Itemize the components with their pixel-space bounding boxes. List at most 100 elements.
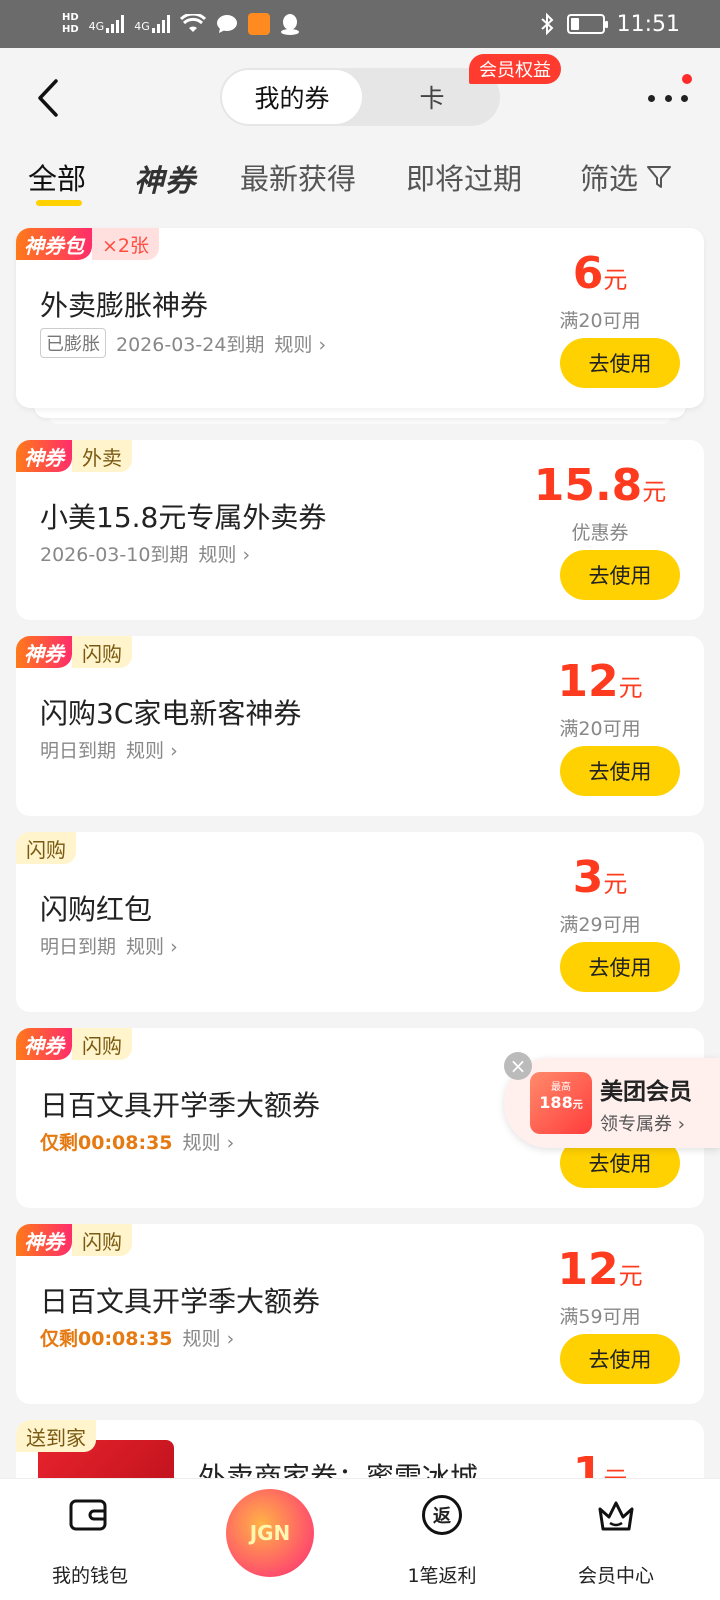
filter-tabs: 全部 神券 最新获得 即将过期 筛选 (0, 148, 720, 218)
amount-value: 12 (557, 656, 619, 707)
category-tag: 外卖 (72, 440, 132, 472)
category-tag: 闪购 (16, 832, 76, 864)
clock: 11:51 (616, 11, 680, 37)
coupon-amount: 12元 (520, 1244, 680, 1295)
notification-dot (682, 74, 692, 84)
use-coupon-button[interactable]: 去使用 (560, 1334, 680, 1384)
network-type-2: 4G (134, 20, 150, 33)
rule-link[interactable]: 规则 (126, 932, 178, 959)
filter-button[interactable]: 筛选 (580, 156, 672, 198)
nav-label: 我的钱包 (51, 1565, 128, 1587)
use-coupon-button[interactable]: 去使用 (560, 338, 680, 388)
coupon-title: 闪购红包 (40, 893, 153, 926)
more-button[interactable] (648, 88, 688, 108)
battery-icon (566, 14, 608, 34)
filter-expiring[interactable]: 即将过期 (406, 156, 522, 198)
coupon-card[interactable]: 神券 闪购 闪购3C家电新客神券 明日到期 规则 12元 满20可用 去使用 (16, 636, 704, 816)
filter-latest[interactable]: 最新获得 (240, 156, 356, 198)
coupon-amount: 3元 (520, 852, 680, 903)
rule-link[interactable]: 规则 (126, 736, 178, 763)
promo-subtitle: 领专属券 › (600, 1114, 685, 1135)
nav-label: 1笔返利 (407, 1565, 477, 1587)
signal-icon: 4G (89, 15, 125, 33)
coupon-card[interactable]: 闪购 闪购红包 明日到期 规则 3元 满29可用 去使用 (16, 832, 704, 1012)
header: 我的券 卡 会员权益 (0, 48, 720, 148)
coupon-title: 日百文具开学季大额券 (40, 1285, 321, 1318)
center-game-button[interactable]: JGN (226, 1489, 314, 1577)
coupon-expiry: 2026-03-10到期 (40, 544, 189, 566)
rebate-icon: 返 (422, 1495, 462, 1535)
use-coupon-button[interactable]: 去使用 (560, 942, 680, 992)
coupon-condition: 优惠券 (571, 522, 629, 544)
category-tag: 闪购 (72, 636, 132, 668)
nav-wallet[interactable]: 我的钱包 (0, 1479, 180, 1600)
signal-icon-2: 4G (134, 15, 170, 33)
nav-vip-center[interactable]: 会员中心 (540, 1479, 720, 1600)
coupon-expiry: 明日到期 (40, 740, 117, 762)
bottom-nav: 我的钱包 JGN 返 1笔返利 会员中心 (0, 1478, 720, 1600)
hd-label-1: HD (62, 12, 79, 23)
coupon-count-tag: ×2张 (92, 228, 160, 260)
nav-label: 会员中心 (577, 1565, 654, 1587)
category-tag: 闪购 (72, 1028, 132, 1060)
segmented-control: 我的券 卡 (220, 68, 500, 126)
message-icon (216, 15, 237, 33)
filter-label: 筛选 (580, 162, 639, 196)
countdown-timer: 仅剩00:08:35 (40, 1132, 173, 1154)
nav-rebate[interactable]: 返 1笔返利 (360, 1479, 540, 1600)
vip-promo-floater[interactable]: 最高 188元 美团会员 领专属券 › (504, 1058, 720, 1148)
coupon-title: 闪购3C家电新客神券 (40, 697, 302, 730)
coupon-amount: 6元 (520, 248, 680, 299)
coupon-meta: 仅剩00:08:35 规则 (40, 1324, 234, 1351)
status-bar: HD HD 4G 4G 11:51 (0, 0, 720, 48)
rule-link[interactable]: 规则 (274, 330, 326, 357)
rule-link[interactable]: 规则 (183, 1128, 235, 1155)
filter-shen-coupon[interactable]: 神券 (134, 156, 196, 200)
shen-coupon-tag: 神券 (16, 440, 72, 472)
coupon-tags: 送到家 (16, 1420, 96, 1452)
coupon-meta: 明日到期 规则 (40, 736, 178, 763)
vip-benefits-badge[interactable]: 会员权益 (469, 54, 561, 84)
back-button[interactable] (28, 76, 68, 120)
coupon-meta: 2026-03-10到期 规则 (40, 540, 250, 567)
coupon-tags: 神券包 ×2张 (16, 228, 160, 260)
amount-value: 3 (572, 852, 604, 903)
network-type-1: 4G (88, 20, 105, 33)
coupon-card[interactable]: 神券 外卖 小美15.8元专属外卖券 2026-03-10到期 规则 15.8元… (16, 440, 704, 620)
amount-unit: 元 (603, 870, 628, 898)
status-left: HD HD 4G 4G (62, 12, 300, 36)
shen-coupon-tag: 神券 (16, 1224, 72, 1256)
promo-sub-label: 领专属券 (600, 1114, 672, 1135)
wallet-icon (69, 1499, 107, 1531)
coupon-meta: 明日到期 规则 (40, 932, 178, 959)
close-icon[interactable]: × (504, 1052, 532, 1080)
amount-value: 15.8 (533, 460, 643, 511)
coupon-tags: 神券 闪购 (16, 636, 132, 668)
coupon-condition: 满59可用 (559, 1306, 641, 1328)
coupon-card[interactable]: 神券 闪购 日百文具开学季大额券 仅剩00:08:35 规则 12元 满59可用… (16, 1224, 704, 1404)
wifi-icon (179, 14, 206, 32)
coupon-amount: 15.8元 (520, 460, 680, 511)
use-coupon-button[interactable]: 去使用 (560, 550, 680, 600)
promo-img-unit: 元 (572, 1100, 583, 1111)
coupon-meta: 已膨胀 2026-03-24到期 规则 (40, 328, 326, 358)
hd-label-2: HD (62, 24, 79, 35)
category-tag: 送到家 (16, 1420, 96, 1452)
coupon-expiry: 明日到期 (40, 936, 117, 958)
coupon-condition: 满20可用 (559, 310, 641, 332)
filter-all[interactable]: 全部 (28, 156, 86, 198)
coupon-title: 日百文具开学季大额券 (40, 1089, 321, 1122)
funnel-icon (647, 166, 672, 188)
amount-unit: 元 (603, 266, 628, 294)
rule-link[interactable]: 规则 (183, 1324, 235, 1351)
qq-icon (280, 14, 299, 35)
tab-my-coupons[interactable]: 我的券 (222, 70, 362, 124)
active-tab-underline (36, 200, 82, 206)
rule-link[interactable]: 规则 (198, 540, 250, 567)
coupon-tags: 神券 闪购 (16, 1224, 132, 1256)
coupon-card[interactable]: 神券包 ×2张 外卖膨胀神券 已膨胀 2026-03-24到期 规则 6元 满2… (16, 228, 704, 408)
use-coupon-button[interactable]: 去使用 (560, 746, 680, 796)
coupon-tags: 神券 外卖 (16, 440, 132, 472)
app-notification-icon (247, 13, 270, 35)
countdown-timer: 仅剩00:08:35 (40, 1328, 173, 1350)
